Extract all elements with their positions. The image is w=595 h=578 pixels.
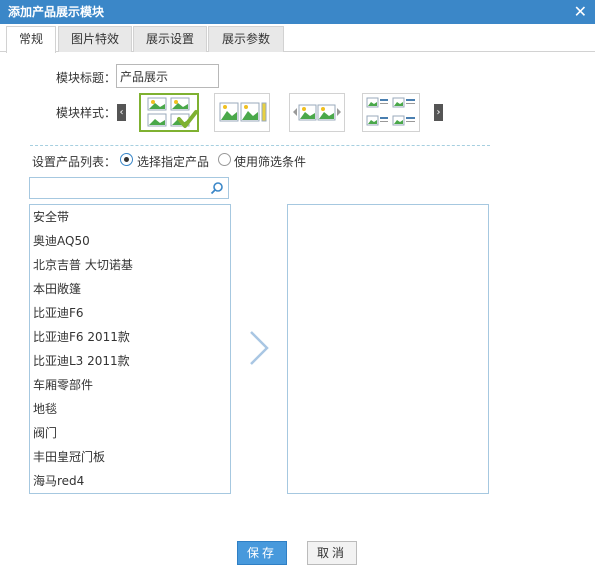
tab-general[interactable]: 常规 (6, 26, 56, 53)
search-icon[interactable] (210, 181, 224, 195)
tab-display-settings[interactable]: 展示设置 (133, 26, 207, 52)
list-item[interactable]: 本田敞篷 (33, 277, 81, 301)
tab-bar: 常规 图片特效 展示设置 展示参数 (0, 25, 595, 53)
product-list-label: 设置产品列表： (32, 155, 117, 169)
grid-2x2-images-icon (147, 97, 197, 128)
add-product-module-dialog: 添加产品展示模块 ✕ 常规 图片特效 展示设置 展示参数 模块标题： 模块样式：… (0, 0, 595, 578)
style-option-grid[interactable] (139, 93, 199, 132)
style-option-row[interactable] (214, 93, 270, 132)
dialog-titlebar: 添加产品展示模块 ✕ (0, 0, 595, 24)
move-right-arrow-icon[interactable] (248, 330, 270, 366)
product-search-input[interactable] (29, 177, 229, 199)
list-item[interactable]: 奥迪AQ50 (33, 229, 90, 253)
list-item[interactable]: 地毯 (33, 397, 57, 421)
section-divider (30, 145, 490, 146)
radio-filter-conditions[interactable] (218, 153, 231, 166)
close-icon[interactable]: ✕ (574, 0, 587, 24)
available-products-list[interactable]: 安全带 奥迪AQ50 北京吉普 大切诺基 本田敞篷 比亚迪F6 比亚迪F6 20… (29, 204, 231, 494)
tab-image-effects[interactable]: 图片特效 (58, 26, 132, 52)
style-next-button[interactable]: › (434, 104, 443, 121)
list-item[interactable]: 比亚迪L3 2011款 (33, 349, 130, 373)
radio-specific-products[interactable] (120, 153, 133, 166)
list-item[interactable]: 安全带 (33, 205, 69, 229)
list-item[interactable]: 比亚迪F6 2011款 (33, 325, 130, 349)
list-item[interactable]: 丰田皇冠门板 (33, 445, 105, 469)
list-item[interactable]: 阀门 (33, 421, 57, 445)
list-item[interactable]: 比亚迪F6 (33, 301, 84, 325)
style-option-carousel[interactable] (289, 93, 345, 132)
radio-filter-label[interactable]: 使用筛选条件 (234, 153, 306, 170)
list-item[interactable]: 北京吉普 大切诺基 (33, 253, 133, 277)
style-option-text-list[interactable] (362, 93, 420, 132)
save-button[interactable]: 保存 (237, 541, 287, 565)
images-with-text-list-icon (366, 97, 415, 126)
style-prev-button[interactable]: ‹ (117, 104, 126, 121)
list-item[interactable]: 海马red4 (33, 469, 84, 493)
dialog-title: 添加产品展示模块 (8, 5, 105, 19)
selected-products-list[interactable] (287, 204, 489, 494)
list-item[interactable]: 车厢零部件 (33, 373, 93, 397)
tab-display-params[interactable]: 展示参数 (208, 26, 284, 52)
radio-specific-label[interactable]: 选择指定产品 (137, 153, 209, 170)
module-style-label: 模块样式： (56, 106, 117, 120)
row-images-icon (219, 102, 267, 122)
carousel-images-icon (293, 104, 341, 121)
cancel-button[interactable]: 取消 (307, 541, 357, 565)
module-title-label: 模块标题： (56, 71, 117, 85)
module-title-input[interactable] (116, 64, 219, 88)
